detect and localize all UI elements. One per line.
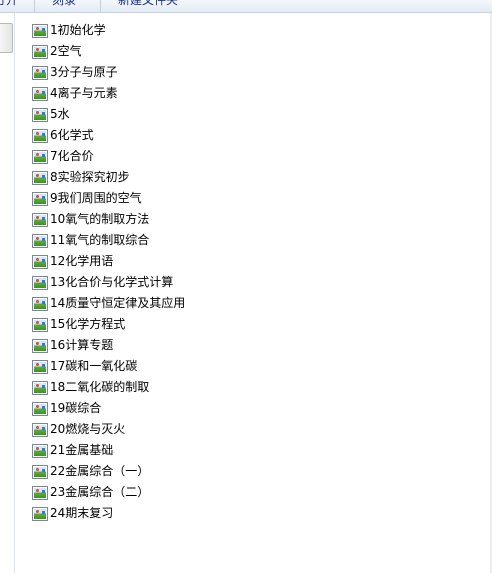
file-name: 24期末复习 bbox=[50, 506, 114, 520]
file-item[interactable]: 19碳综合 bbox=[32, 398, 472, 419]
file-item[interactable]: 8实验探究初步 bbox=[32, 167, 472, 188]
file-name: 12化学用语 bbox=[50, 254, 114, 268]
image-file-icon bbox=[32, 149, 48, 164]
file-name: 13化合价与化学式计算 bbox=[50, 275, 174, 289]
file-name: 17碳和一氧化碳 bbox=[50, 359, 138, 373]
file-item[interactable]: 20燃烧与灭火 bbox=[32, 419, 472, 440]
toolbar-separator bbox=[100, 0, 101, 12]
image-file-icon bbox=[32, 23, 48, 38]
file-item[interactable]: 17碳和一氧化碳 bbox=[32, 356, 472, 377]
toolbar-open-button[interactable]: 打开 bbox=[0, 0, 18, 8]
toolbar-new-folder-button[interactable]: 新建文件夹 bbox=[118, 0, 178, 8]
file-item[interactable]: 13化合价与化学式计算 bbox=[32, 272, 472, 293]
file-name: 21金属基础 bbox=[50, 443, 114, 457]
file-name: 4离子与元素 bbox=[50, 86, 118, 100]
file-name: 14质量守恒定律及其应用 bbox=[50, 296, 186, 310]
file-name: 22金属综合（一） bbox=[50, 464, 150, 478]
image-file-icon bbox=[32, 212, 48, 227]
image-file-icon bbox=[32, 422, 48, 437]
image-file-icon bbox=[32, 464, 48, 479]
file-item[interactable]: 4离子与元素 bbox=[32, 83, 472, 104]
image-file-icon bbox=[32, 128, 48, 143]
file-name: 10氧气的制取方法 bbox=[50, 212, 150, 226]
file-item[interactable]: 23金属综合（二） bbox=[32, 482, 472, 503]
navigation-pane bbox=[0, 13, 15, 573]
explorer-window: 打开 刻录 新建文件夹 1初始化学 2空气 3分子与原子 4离子与元素 5水 6化学式 7化… bbox=[0, 0, 492, 573]
file-item[interactable]: 24期末复习 bbox=[32, 503, 472, 524]
file-name: 8实验探究初步 bbox=[50, 170, 130, 184]
file-item[interactable]: 12化学用语 bbox=[32, 251, 472, 272]
image-file-icon bbox=[32, 86, 48, 101]
file-item[interactable]: 14质量守恒定律及其应用 bbox=[32, 293, 472, 314]
file-item[interactable]: 2空气 bbox=[32, 41, 472, 62]
file-item[interactable]: 15化学方程式 bbox=[32, 314, 472, 335]
file-name: 18二氧化碳的制取 bbox=[50, 380, 150, 394]
file-name: 20燃烧与灭火 bbox=[50, 422, 126, 436]
file-item[interactable]: 16计算专题 bbox=[32, 335, 472, 356]
file-name: 6化学式 bbox=[50, 128, 94, 142]
file-item[interactable]: 9我们周围的空气 bbox=[32, 188, 472, 209]
file-item[interactable]: 6化学式 bbox=[32, 125, 472, 146]
image-file-icon bbox=[32, 485, 48, 500]
image-file-icon bbox=[32, 275, 48, 290]
file-name: 1初始化学 bbox=[50, 23, 106, 37]
file-name: 3分子与原子 bbox=[50, 65, 118, 79]
image-file-icon bbox=[32, 191, 48, 206]
toolbar-burn-button[interactable]: 刻录 bbox=[52, 0, 76, 8]
navigation-pane-scrollbar[interactable] bbox=[0, 23, 13, 53]
file-item[interactable]: 7化合价 bbox=[32, 146, 472, 167]
file-name: 19碳综合 bbox=[50, 401, 102, 415]
file-name: 2空气 bbox=[50, 44, 82, 58]
image-file-icon bbox=[32, 317, 48, 332]
file-item[interactable]: 21金属基础 bbox=[32, 440, 472, 461]
image-file-icon bbox=[32, 170, 48, 185]
image-file-icon bbox=[32, 107, 48, 122]
file-item[interactable]: 5水 bbox=[32, 104, 472, 125]
image-file-icon bbox=[32, 233, 48, 248]
file-name: 9我们周围的空气 bbox=[50, 191, 142, 205]
file-item[interactable]: 22金属综合（一） bbox=[32, 461, 472, 482]
file-name: 7化合价 bbox=[50, 149, 94, 163]
image-file-icon bbox=[32, 44, 48, 59]
image-file-icon bbox=[32, 254, 48, 269]
image-file-icon bbox=[32, 359, 48, 374]
file-name: 5水 bbox=[50, 107, 70, 121]
file-item[interactable]: 1初始化学 bbox=[32, 20, 472, 41]
file-item[interactable]: 3分子与原子 bbox=[32, 62, 472, 83]
image-file-icon bbox=[32, 401, 48, 416]
image-file-icon bbox=[32, 506, 48, 521]
image-file-icon bbox=[32, 65, 48, 80]
file-name: 15化学方程式 bbox=[50, 317, 126, 331]
file-name: 16计算专题 bbox=[50, 338, 114, 352]
file-item[interactable]: 18二氧化碳的制取 bbox=[32, 377, 472, 398]
file-item[interactable]: 10氧气的制取方法 bbox=[32, 209, 472, 230]
image-file-icon bbox=[32, 296, 48, 311]
toolbar-separator bbox=[34, 0, 35, 12]
file-item[interactable]: 11氧气的制取综合 bbox=[32, 230, 472, 251]
image-file-icon bbox=[32, 443, 48, 458]
toolbar: 打开 刻录 新建文件夹 bbox=[0, 0, 492, 13]
image-file-icon bbox=[32, 338, 48, 353]
file-name: 23金属综合（二） bbox=[50, 485, 150, 499]
file-name: 11氧气的制取综合 bbox=[50, 233, 150, 247]
image-file-icon bbox=[32, 380, 48, 395]
file-list: 1初始化学 2空气 3分子与原子 4离子与元素 5水 6化学式 7化合价 8实验探究初步 9我们… bbox=[32, 20, 472, 524]
